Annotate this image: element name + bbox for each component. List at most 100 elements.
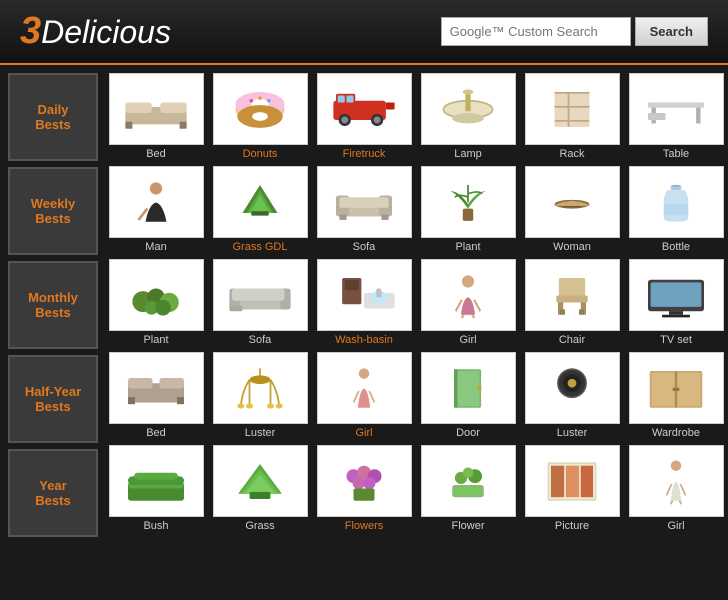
item-label: Woman xyxy=(553,241,591,253)
item-label: Donuts xyxy=(243,148,278,160)
item-label: Girl xyxy=(459,334,476,346)
item-label: Plant xyxy=(143,334,168,346)
grid-cell[interactable]: Rack xyxy=(522,73,622,160)
grid-cell[interactable]: Luster xyxy=(522,352,622,439)
thumbnail xyxy=(317,259,412,331)
sidebar-item-daily[interactable]: DailyBests xyxy=(8,73,98,161)
sidebar-item-halfyear[interactable]: Half-YearBests xyxy=(8,355,98,443)
grid-cell[interactable]: Chair xyxy=(522,259,622,346)
thumbnail xyxy=(629,259,724,331)
item-label: Luster xyxy=(557,427,588,439)
item-label: Flower xyxy=(451,520,484,532)
item-label: Rack xyxy=(559,148,584,160)
thumbnail xyxy=(525,352,620,424)
item-label: Chair xyxy=(559,334,585,346)
thumbnail xyxy=(629,445,724,517)
item-label: Girl xyxy=(667,520,684,532)
grid-cell[interactable]: Grass GDL xyxy=(210,166,310,253)
grid-cell[interactable]: Bush xyxy=(106,445,206,532)
item-label: Table xyxy=(663,148,689,160)
thumbnail xyxy=(629,352,724,424)
grid-cell[interactable]: Bottle xyxy=(626,166,726,253)
grid-cell[interactable]: Flower xyxy=(418,445,518,532)
grid-cell[interactable]: Woman xyxy=(522,166,622,253)
sidebar-item-monthly[interactable]: MonthlyBests xyxy=(8,261,98,349)
item-label: Picture xyxy=(555,520,589,532)
grid-cell[interactable]: Wardrobe xyxy=(626,352,726,439)
thumbnail xyxy=(213,259,308,331)
item-label: Bush xyxy=(143,520,168,532)
grid-row-weekly: Man Grass GDL xyxy=(106,166,726,253)
item-label: TV set xyxy=(660,334,692,346)
grid-cell[interactable]: Sofa xyxy=(210,259,310,346)
grid-cell[interactable]: Picture xyxy=(522,445,622,532)
sidebar-item-weekly[interactable]: WeeklyBests xyxy=(8,167,98,255)
grid-cell[interactable]: Wash-basin xyxy=(314,259,414,346)
item-label: Wardrobe xyxy=(652,427,700,439)
item-label: Bed xyxy=(146,148,166,160)
item-label: Bottle xyxy=(662,241,690,253)
item-label: Luster xyxy=(245,427,276,439)
grid-row-halfyear: Bed xyxy=(106,352,726,439)
thumbnail xyxy=(421,445,516,517)
grid-cell[interactable]: Bed xyxy=(106,352,206,439)
thumbnail xyxy=(525,259,620,331)
item-label: Sofa xyxy=(353,241,376,253)
grid-cell[interactable]: Plant xyxy=(106,259,206,346)
grid-area: Bed Donuts xyxy=(106,73,726,538)
item-label: Flowers xyxy=(345,520,384,532)
item-label: Plant xyxy=(455,241,480,253)
grid-cell[interactable]: Luster xyxy=(210,352,310,439)
thumbnail xyxy=(317,73,412,145)
grid-cell[interactable]: Firetruck xyxy=(314,73,414,160)
sidebar-item-year[interactable]: YearBests xyxy=(8,449,98,537)
thumbnail xyxy=(525,445,620,517)
thumbnail xyxy=(317,166,412,238)
grid-cell[interactable]: Table xyxy=(626,73,726,160)
grid-cell[interactable]: Girl xyxy=(314,352,414,439)
thumbnail xyxy=(213,73,308,145)
search-input[interactable] xyxy=(441,17,631,46)
grid-cell[interactable]: Door xyxy=(418,352,518,439)
thumbnail xyxy=(421,73,516,145)
thumbnail xyxy=(525,73,620,145)
main-content: DailyBests WeeklyBests MonthlyBests Half… xyxy=(0,65,728,546)
header: 3Delicious Search xyxy=(0,0,728,65)
thumbnail xyxy=(629,73,724,145)
grid-row-year: Bush Grass xyxy=(106,445,726,532)
item-label: Bed xyxy=(146,427,166,439)
thumbnail xyxy=(109,445,204,517)
item-label: Man xyxy=(145,241,166,253)
grid-cell[interactable]: Flowers xyxy=(314,445,414,532)
grid-row-monthly: Plant Sofa xyxy=(106,259,726,346)
item-label: Door xyxy=(456,427,480,439)
grid-row-daily: Bed Donuts xyxy=(106,73,726,160)
grid-cell[interactable]: Girl xyxy=(626,445,726,532)
item-label: Grass xyxy=(245,520,274,532)
grid-cell[interactable]: Plant xyxy=(418,166,518,253)
grid-cell[interactable]: Man xyxy=(106,166,206,253)
thumbnail xyxy=(109,73,204,145)
grid-cell[interactable]: TV set xyxy=(626,259,726,346)
item-label: Sofa xyxy=(249,334,272,346)
item-label: Lamp xyxy=(454,148,482,160)
thumbnail xyxy=(109,166,204,238)
grid-cell[interactable]: Lamp xyxy=(418,73,518,160)
logo-delicious: Delicious xyxy=(41,14,171,50)
grid-cell[interactable]: Sofa xyxy=(314,166,414,253)
search-area: Search xyxy=(441,17,708,46)
grid-cell[interactable]: Grass xyxy=(210,445,310,532)
grid-cell[interactable]: Donuts xyxy=(210,73,310,160)
thumbnail xyxy=(421,352,516,424)
grid-cell[interactable]: Bed xyxy=(106,73,206,160)
logo-3: 3 xyxy=(20,10,41,52)
thumbnail xyxy=(525,166,620,238)
grid-cell[interactable]: Girl xyxy=(418,259,518,346)
thumbnail xyxy=(421,259,516,331)
search-button[interactable]: Search xyxy=(635,17,708,46)
sidebar: DailyBests WeeklyBests MonthlyBests Half… xyxy=(8,73,98,538)
thumbnail xyxy=(317,352,412,424)
thumbnail xyxy=(109,259,204,331)
thumbnail xyxy=(213,445,308,517)
thumbnail xyxy=(421,166,516,238)
